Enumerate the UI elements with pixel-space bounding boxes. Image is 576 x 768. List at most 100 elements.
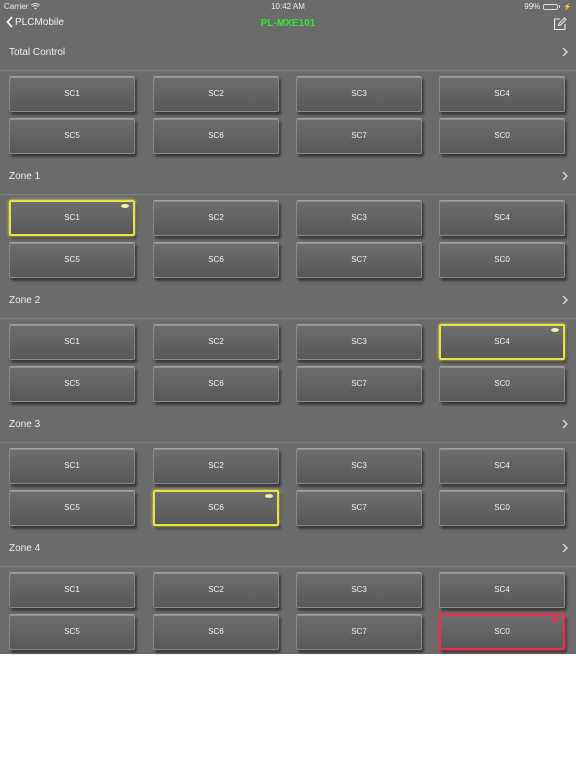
battery-icon [543,3,561,10]
scene-button[interactable]: SC7 [296,490,422,526]
scene-button-label: SC2 [208,585,224,594]
scene-button-label: SC2 [208,213,224,222]
scene-button[interactable]: SC0 [439,118,565,154]
section-title: Zone 1 [9,171,41,182]
scene-button-label: SC5 [64,503,80,512]
scene-button[interactable]: SC3 [296,200,422,236]
scene-button[interactable]: SC0 [439,366,565,402]
status-right: 99% ⚡ [524,2,572,11]
scene-button[interactable]: SC5 [9,242,135,278]
scene-button-label: SC6 [208,255,224,264]
scene-button[interactable]: SC2 [153,200,279,236]
scene-button[interactable]: SC1 [9,76,135,112]
scene-button[interactable]: SC1 [9,448,135,484]
scene-button[interactable]: SC2 [153,448,279,484]
scene-button-label: SC0 [494,627,510,636]
scene-button-label: SC5 [64,379,80,388]
scene-button-label: SC1 [64,585,80,594]
chevron-right-icon [562,419,568,429]
scene-button[interactable]: SC1 [9,572,135,608]
scene-button[interactable]: SC6 [153,242,279,278]
scene-button[interactable]: SC0 [439,242,565,278]
scene-button-label: SC0 [494,503,510,512]
chevron-right-icon [562,171,568,181]
scene-button[interactable]: SC0 [439,614,565,650]
scene-button-label: SC7 [351,503,367,512]
scene-button-label: SC4 [494,89,510,98]
scene-button-label: SC2 [208,461,224,470]
scene-button-label: SC4 [494,213,510,222]
chevron-right-icon [562,543,568,553]
status-bar: Carrier 10:42 AM 99% ⚡ [0,0,576,12]
scene-button-label: SC1 [64,461,80,470]
section-header[interactable]: Zone 3 [0,408,576,443]
scene-button-label: SC7 [351,627,367,636]
scene-button-label: SC2 [208,337,224,346]
scene-button[interactable]: SC5 [9,490,135,526]
scene-button[interactable]: SC5 [9,614,135,650]
scene-button-label: SC1 [64,213,80,222]
scene-button-label: SC5 [64,627,80,636]
scene-button[interactable]: SC7 [296,366,422,402]
scene-button[interactable]: SC4 [439,448,565,484]
scene-button[interactable]: SC2 [153,76,279,112]
status-time: 10:42 AM [271,2,305,11]
scene-button[interactable]: SC3 [296,572,422,608]
scene-button[interactable]: SC1 [9,324,135,360]
scene-button-label: SC3 [351,213,367,222]
section-header[interactable]: Zone 1 [0,160,576,195]
scene-button[interactable]: SC5 [9,366,135,402]
scene-button-label: SC3 [351,461,367,470]
scene-button[interactable]: SC3 [296,76,422,112]
scene-button[interactable]: SC7 [296,242,422,278]
scene-button[interactable]: SC0 [439,490,565,526]
scene-button-label: SC0 [494,255,510,264]
scene-button[interactable]: SC6 [153,118,279,154]
battery-percent: 99% [524,2,541,11]
scene-button-label: SC4 [494,337,510,346]
scene-button[interactable]: SC6 [153,614,279,650]
active-indicator-icon [551,618,559,622]
section-title: Zone 4 [9,543,41,554]
scene-button-label: SC7 [351,131,367,140]
scene-button-label: SC0 [494,379,510,388]
navigation-bar: PLCMobile PL-MXE101 [0,12,576,36]
scene-button[interactable]: SC4 [439,200,565,236]
scene-button-label: SC1 [64,89,80,98]
scene-button[interactable]: SC4 [439,572,565,608]
scene-button-label: SC3 [351,337,367,346]
section-header[interactable]: Zone 4 [0,532,576,567]
scene-button[interactable]: SC6 [153,490,279,526]
scene-button[interactable]: SC2 [153,572,279,608]
scene-button-label: SC6 [208,379,224,388]
section-header[interactable]: Total Control [0,36,576,71]
scene-button-label: SC0 [494,131,510,140]
scene-button-label: SC4 [494,585,510,594]
scene-button[interactable]: SC4 [439,76,565,112]
scene-button[interactable]: SC4 [439,324,565,360]
scene-button[interactable]: SC5 [9,118,135,154]
page-title: PL-MXE101 [260,18,316,29]
scene-button[interactable]: SC1 [9,200,135,236]
section-header[interactable]: Zone 2 [0,284,576,319]
scene-button-label: SC5 [64,131,80,140]
scene-button-label: SC5 [64,255,80,264]
scene-button[interactable]: SC7 [296,118,422,154]
app-screen: Carrier 10:42 AM 99% ⚡ PLCMobile PL-MXE1… [0,0,576,654]
active-indicator-icon [265,494,273,498]
scene-button[interactable]: SC3 [296,324,422,360]
chevron-right-icon [562,295,568,305]
scene-button[interactable]: SC3 [296,448,422,484]
section-title: Total Control [9,47,66,58]
section-title: Zone 3 [9,419,41,430]
scene-button[interactable]: SC7 [296,614,422,650]
edit-icon[interactable] [553,17,567,31]
scene-button[interactable]: SC2 [153,324,279,360]
charging-icon: ⚡ [563,3,572,11]
scene-button-label: SC3 [351,89,367,98]
scene-button[interactable]: SC6 [153,366,279,402]
scene-button-label: SC7 [351,379,367,388]
scene-button-label: SC2 [208,89,224,98]
scene-button-label: SC6 [208,627,224,636]
scene-button-label: SC1 [64,337,80,346]
